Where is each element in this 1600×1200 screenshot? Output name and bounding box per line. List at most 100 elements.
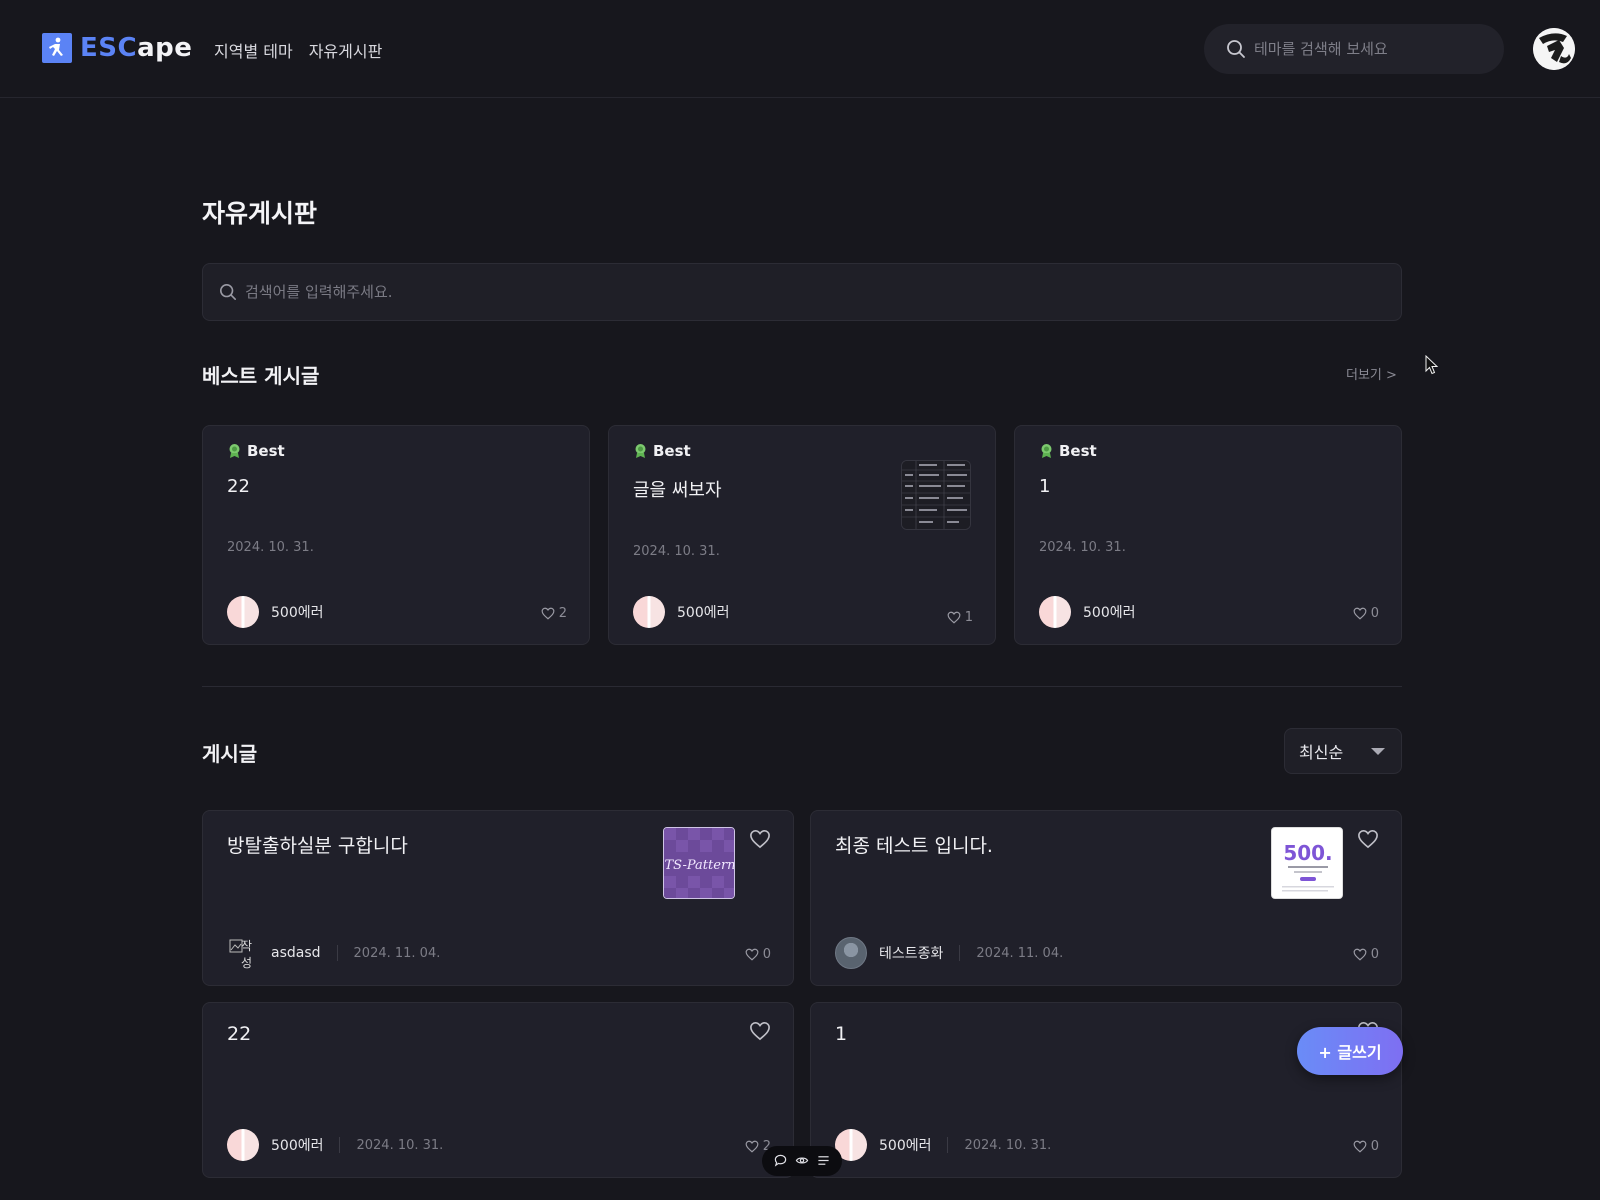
header-search-input[interactable]	[1254, 40, 1484, 58]
best-card[interactable]: Best 22 2024. 10. 31. 500에러 2	[202, 425, 590, 645]
heart-icon	[1353, 1140, 1367, 1153]
like-count: 0	[1353, 947, 1379, 962]
more-link[interactable]: 더보기 >	[1346, 364, 1397, 383]
posts-section-title: 게시글	[202, 742, 258, 766]
post-card[interactable]: 방탈출하실분 구합니다 TS-Pattern 작성 asdasd 2024. 1…	[202, 810, 794, 986]
avatar-alt-text: 작성	[241, 939, 253, 969]
author-name: 500에러	[1083, 605, 1136, 621]
post-card[interactable]: 최종 테스트 입니다. 500. 테스트종화 2024. 11. 04. 0	[810, 810, 1402, 986]
post-title: 22	[227, 1023, 252, 1045]
post-card[interactable]: 22 500에러 2024. 10. 31. 2	[202, 1002, 794, 1178]
like-button[interactable]	[1357, 829, 1379, 853]
search-icon	[219, 283, 237, 301]
heart-icon	[541, 607, 555, 620]
pattern-image-icon: TS-Pattern	[664, 828, 734, 898]
author-avatar	[633, 596, 665, 628]
author-avatar	[227, 1129, 259, 1161]
post-meta: 500에러 2024. 10. 31.	[227, 1129, 443, 1161]
like-count-value: 0	[1370, 606, 1379, 621]
post-title: 최종 테스트 입니다.	[835, 835, 993, 857]
search-icon	[1227, 40, 1245, 58]
author-avatar-broken: 작성	[227, 937, 259, 969]
meta-separator	[339, 1137, 341, 1153]
best-card-date: 2024. 10. 31.	[227, 540, 314, 555]
best-badge-label: Best	[1059, 442, 1097, 460]
post-thumbnail: 500.	[1271, 827, 1343, 899]
like-button[interactable]	[749, 1021, 771, 1045]
like-count: 2	[541, 606, 567, 621]
meta-separator	[959, 945, 961, 961]
heart-icon	[947, 611, 961, 624]
post-meta: 500에러 2024. 10. 31.	[835, 1129, 1051, 1161]
mouse-cursor-icon	[1425, 354, 1439, 379]
best-badge-label: Best	[653, 442, 691, 460]
comment-icon[interactable]	[774, 1152, 787, 1171]
author-name: asdasd	[271, 945, 321, 961]
best-badge: Best	[227, 442, 285, 460]
logo-text-esc: ESC	[80, 33, 138, 63]
post-title: 방탈출하실분 구합니다	[227, 835, 408, 857]
like-count: 1	[947, 610, 973, 625]
best-card[interactable]: Best 글을 써보자 2024. 10. 31. 500에러 1	[608, 425, 996, 645]
best-card-title: 1	[1039, 476, 1051, 497]
header-search[interactable]	[1204, 24, 1504, 74]
heart-icon	[750, 1021, 770, 1041]
best-card-title: 글을 써보자	[633, 480, 722, 501]
best-card-date: 2024. 10. 31.	[633, 544, 720, 559]
author-name: 500에러	[271, 605, 324, 621]
write-post-button[interactable]: + 글쓰기	[1297, 1027, 1403, 1075]
heart-icon	[1358, 829, 1378, 849]
like-count-value: 0	[1370, 947, 1379, 962]
best-badge: Best	[633, 442, 691, 460]
nav-item-region-themes[interactable]: 지역별 테마	[214, 38, 293, 62]
best-section-title: 베스트 게시글	[202, 364, 320, 388]
author-avatar	[227, 596, 259, 628]
heart-icon	[750, 829, 770, 849]
like-count: 0	[1353, 1139, 1379, 1154]
post-date: 2024. 11. 04.	[976, 945, 1064, 961]
like-count-value: 0	[762, 947, 771, 962]
card-author: 500에러	[1039, 596, 1135, 628]
top-header: ESCape 지역별 테마 자유게시판	[0, 0, 1600, 98]
best-card-date: 2024. 10. 31.	[1039, 540, 1126, 555]
award-icon	[229, 444, 240, 458]
author-name: 500에러	[879, 1138, 932, 1154]
like-count-value: 0	[1370, 1139, 1379, 1154]
best-card-title: 22	[227, 476, 250, 497]
list-icon[interactable]	[817, 1152, 830, 1171]
eye-icon[interactable]	[795, 1152, 809, 1171]
main-nav: 지역별 테마 자유게시판	[214, 38, 382, 62]
board-search[interactable]	[202, 263, 1402, 321]
heart-icon	[745, 1140, 759, 1153]
best-card[interactable]: Best 1 2024. 10. 31. 500에러 0	[1014, 425, 1402, 645]
meta-separator	[947, 1137, 949, 1153]
nav-item-free-board[interactable]: 자유게시판	[309, 38, 383, 62]
like-count: 0	[1353, 606, 1379, 621]
sort-select[interactable]: 최신순	[1284, 728, 1402, 774]
like-count-value: 2	[558, 606, 567, 621]
post-meta: 작성 asdasd 2024. 11. 04.	[227, 937, 440, 969]
post-date: 2024. 10. 31.	[356, 1137, 444, 1153]
section-divider	[202, 686, 1402, 687]
author-name: 500에러	[677, 605, 730, 621]
logo-runner-icon	[42, 33, 72, 63]
logo-text-ape: ape	[137, 33, 193, 63]
logo[interactable]: ESCape	[42, 33, 192, 63]
page-title: 자유게시판	[202, 199, 318, 228]
author-name: 테스트종화	[879, 946, 944, 962]
floating-toolbar	[762, 1146, 842, 1176]
award-icon	[635, 444, 646, 458]
heart-icon	[1353, 607, 1367, 620]
like-button[interactable]	[749, 829, 771, 853]
thumbnail-text: 500.	[1283, 841, 1332, 865]
post-thumbnail	[901, 460, 971, 530]
post-date: 2024. 11. 04.	[353, 945, 441, 961]
author-avatar	[1039, 596, 1071, 628]
award-icon	[1041, 444, 1052, 458]
card-author: 500에러	[227, 596, 323, 628]
user-avatar[interactable]	[1533, 28, 1575, 70]
author-avatar	[835, 937, 867, 969]
best-badge: Best	[1039, 442, 1097, 460]
like-count: 0	[745, 947, 771, 962]
board-search-input[interactable]	[245, 283, 1345, 301]
